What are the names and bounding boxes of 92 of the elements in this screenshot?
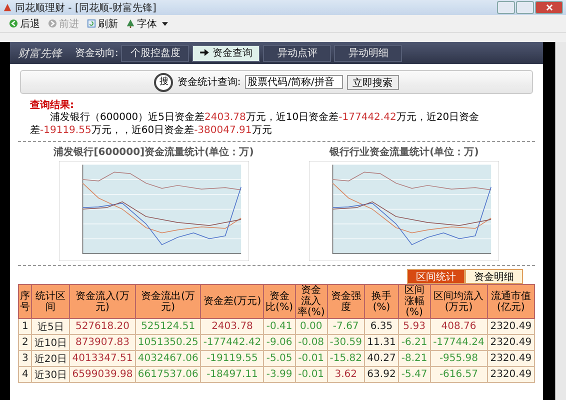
column-header: 资金流入率(%) (295, 284, 328, 318)
table-cell: 2320.49 (487, 366, 534, 382)
table-cell: -5.05 (264, 350, 296, 366)
column-header: 统计区间 (32, 284, 70, 318)
table-cell: -3.99 (264, 366, 296, 382)
close-button[interactable] (535, 1, 563, 14)
table-cell: 11.31 (364, 334, 398, 350)
table-cell: 525124.51 (135, 318, 201, 334)
search-badge: 搜 (154, 72, 174, 92)
table-cell: 63.92 (364, 366, 398, 382)
table-cell: 6.35 (364, 318, 398, 334)
table-cell: 2320.49 (487, 350, 534, 366)
nav-label: 资金动向: (75, 47, 118, 60)
table-cell: 2403.78 (200, 318, 264, 334)
table-cell: 3.62 (327, 366, 365, 382)
arrow-icon (200, 49, 210, 56)
table-cell: 0.00 (295, 318, 328, 334)
table-cell: 近20日 (32, 350, 70, 366)
maximize-button[interactable] (516, 1, 534, 14)
logo: 财富先锋 (18, 46, 62, 60)
table-cell: 2320.49 (487, 334, 534, 350)
search-field[interactable]: 股票代码/简称/拼音 (244, 75, 343, 89)
table-cell: -15.82 (327, 350, 365, 366)
table-cell: 6617537.06 (135, 366, 201, 382)
search-button[interactable]: 立即搜索 (346, 74, 399, 90)
column-header: 序号 (18, 284, 32, 318)
table-cell: -6.21 (398, 334, 430, 350)
column-header: 换手(%) (364, 284, 398, 318)
column-header: 区间均流入(万元) (430, 284, 488, 318)
scrollbar[interactable] (555, 42, 566, 400)
result-text: 浦发银行（600000）近5日资金差2403.78万元，近10日资金差-177442.42万元，近20日资金差-19119.55万元，，近60日资金差-380047.91万元 (30, 112, 480, 137)
nav-tab[interactable]: 个股控盘度 (121, 44, 190, 62)
table-cell: -19119.55 (200, 350, 264, 366)
close-icon (546, 4, 552, 11)
table-cell: 4013347.51 (70, 350, 136, 366)
nav-tab[interactable]: 异动明细 (334, 44, 402, 62)
table-cell: -177442.42 (200, 334, 264, 350)
toolbar-button[interactable]: 字体 (123, 16, 171, 30)
table-cell: 4 (18, 366, 32, 382)
column-header: 资金流入(万元) (70, 284, 136, 318)
table-cell: 408.76 (430, 318, 488, 334)
tree-icon (126, 19, 135, 28)
table-cell: 40.27 (364, 350, 398, 366)
app-icon (3, 3, 12, 12)
column-header: 区间涨幅(%) (398, 284, 430, 318)
table-cell: 873907.83 (70, 334, 136, 350)
table-cell: 4032467.06 (135, 350, 201, 366)
chart-title: 银行行业资金流量统计(单位：万) (330, 145, 479, 159)
table-cell: 3 (18, 350, 32, 366)
table-cell: -0.08 (295, 334, 328, 350)
dropdown-arrow-icon (162, 22, 168, 26)
table-cell: -0.01 (295, 366, 328, 382)
table-cell: 527618.20 (70, 318, 136, 334)
nav-tab[interactable]: 异动点评 (263, 44, 332, 62)
table-cell: -955.98 (430, 350, 488, 366)
table-cell: -5.47 (398, 366, 430, 382)
table-cell: -0.01 (295, 350, 328, 366)
nav-tab[interactable]: 资金查询 (192, 44, 260, 62)
table-cell: -9.06 (264, 334, 296, 350)
table-cell: 1051350.25 (135, 334, 201, 350)
search-label: 资金统计查询: (177, 76, 241, 89)
forward-icon (48, 19, 57, 28)
table-cell: 1 (18, 318, 32, 334)
column-header: 资金比(%) (264, 284, 296, 318)
table-tab[interactable]: 区间统计 (407, 269, 465, 284)
result-heading: 查询结果: (30, 98, 75, 112)
table-cell: -7.67 (327, 318, 365, 334)
table-tab[interactable]: 资金明细 (465, 269, 523, 284)
table-cell: -18497.11 (200, 366, 264, 382)
toolbar-button[interactable]: 刷新 (84, 16, 121, 30)
table-cell: 2 (18, 334, 32, 350)
column-header: 资金流出(万元) (135, 284, 201, 318)
refresh-icon (87, 19, 96, 28)
window-title: 同花顺理财 - [同花顺-财富先锋] (15, 2, 158, 14)
table-cell: -0.41 (264, 318, 296, 334)
table-cell: 5.93 (398, 318, 430, 334)
column-header: 流通市值(亿元) (487, 284, 534, 318)
table-cell: 近10日 (32, 334, 70, 350)
column-header: 资金差(万元) (200, 284, 264, 318)
chart-title: 浦发银行[600000]资金流量统计(单位：万) (54, 145, 254, 159)
table-cell: -30.59 (327, 334, 365, 350)
table-cell: 6599039.98 (70, 366, 136, 382)
table-cell: -8.21 (398, 350, 430, 366)
table-cell: 2320.49 (487, 318, 534, 334)
table-cell: -17744.24 (430, 334, 488, 350)
back-icon (9, 19, 18, 28)
table-cell: 近5日 (32, 318, 70, 334)
minimize-button[interactable] (497, 1, 515, 14)
toolbar-button[interactable]: 后退 (6, 16, 43, 30)
column-header: 资金强度 (327, 284, 365, 318)
table-cell: 近30日 (32, 366, 70, 382)
table-cell: -616.57 (430, 366, 488, 382)
